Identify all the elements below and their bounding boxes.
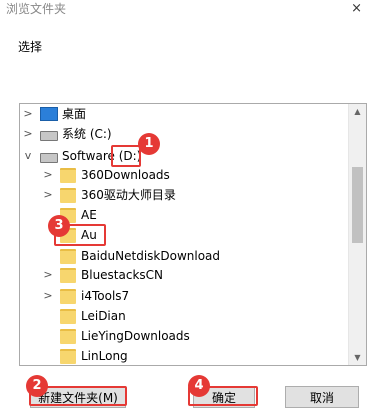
- scrollbar-thumb[interactable]: [352, 167, 363, 243]
- desktop-icon: [40, 107, 58, 121]
- tree-item-folder[interactable]: > BluestacksCN: [20, 265, 346, 285]
- tree-item-label: BluestacksCN: [81, 268, 164, 282]
- folder-icon: [60, 289, 76, 304]
- chevron-right-icon[interactable]: >: [43, 165, 53, 185]
- chevron-right-icon[interactable]: >: [23, 104, 33, 124]
- drive-icon: [40, 153, 58, 163]
- chevron-right-icon[interactable]: >: [23, 124, 33, 144]
- prompt-label: 选择: [18, 40, 43, 54]
- vertical-scrollbar[interactable]: ▲ ▼: [348, 104, 366, 365]
- tree-item-label: LieYingDownloads: [81, 329, 190, 343]
- folder-icon: [60, 349, 76, 364]
- tree-item-label: LinLong: [81, 349, 128, 363]
- annotation-badge-1: 1: [138, 133, 160, 155]
- tree-item-folder[interactable]: BaiduNetdiskDownload: [20, 246, 346, 266]
- tree-item-label: i4Tools7: [81, 289, 130, 303]
- folder-icon: [60, 168, 76, 183]
- tree-item-folder[interactable]: > 360驱动大师目录: [20, 185, 346, 205]
- tree-item-label: 系统 (C:): [62, 127, 112, 141]
- tree-item-label: BaiduNetdiskDownload: [81, 249, 221, 263]
- chevron-right-icon[interactable]: >: [43, 265, 53, 285]
- annotation-badge-3: 3: [48, 215, 70, 237]
- tree-item-folder[interactable]: > i4Tools7: [20, 286, 346, 306]
- chevron-right-icon[interactable]: >: [43, 185, 53, 205]
- tree-item-folder[interactable]: LieYingDownloads: [20, 326, 346, 346]
- chevron-right-icon[interactable]: >: [43, 286, 53, 306]
- folder-icon: [60, 249, 76, 264]
- annotation-badge-2: 2: [26, 375, 48, 397]
- close-icon[interactable]: ×: [351, 1, 362, 16]
- folder-icon: [60, 329, 76, 344]
- tree-item-label: 360驱动大师目录: [81, 188, 176, 202]
- scroll-up-icon[interactable]: ▲: [349, 104, 366, 119]
- tree-item-system-c[interactable]: > 系统 (C:): [20, 124, 346, 144]
- tree-item-label: 桌面: [62, 107, 87, 121]
- cancel-button[interactable]: 取消: [285, 386, 359, 408]
- annotation-highlight-drive-d: [111, 145, 141, 167]
- tree-item-folder[interactable]: LinLong: [20, 346, 346, 365]
- tree-item-software-d[interactable]: v Software (D:): [20, 146, 346, 166]
- folder-icon: [60, 268, 76, 283]
- tree-item-label: AE: [81, 208, 97, 222]
- scroll-down-icon[interactable]: ▼: [349, 350, 366, 365]
- folder-icon: [60, 188, 76, 203]
- tree-item-label: 360Downloads: [81, 168, 170, 182]
- tree-item-folder[interactable]: LeiDian: [20, 306, 346, 326]
- dialog-title: 浏览文件夹: [6, 2, 67, 16]
- tree-item-folder[interactable]: > 360Downloads: [20, 165, 346, 185]
- drive-icon: [40, 131, 58, 141]
- tree-item-label: LeiDian: [81, 309, 126, 323]
- annotation-badge-4: 4: [188, 375, 210, 397]
- tree-item-desktop[interactable]: > 桌面: [20, 104, 346, 124]
- chevron-down-icon[interactable]: v: [23, 146, 33, 166]
- folder-icon: [60, 309, 76, 324]
